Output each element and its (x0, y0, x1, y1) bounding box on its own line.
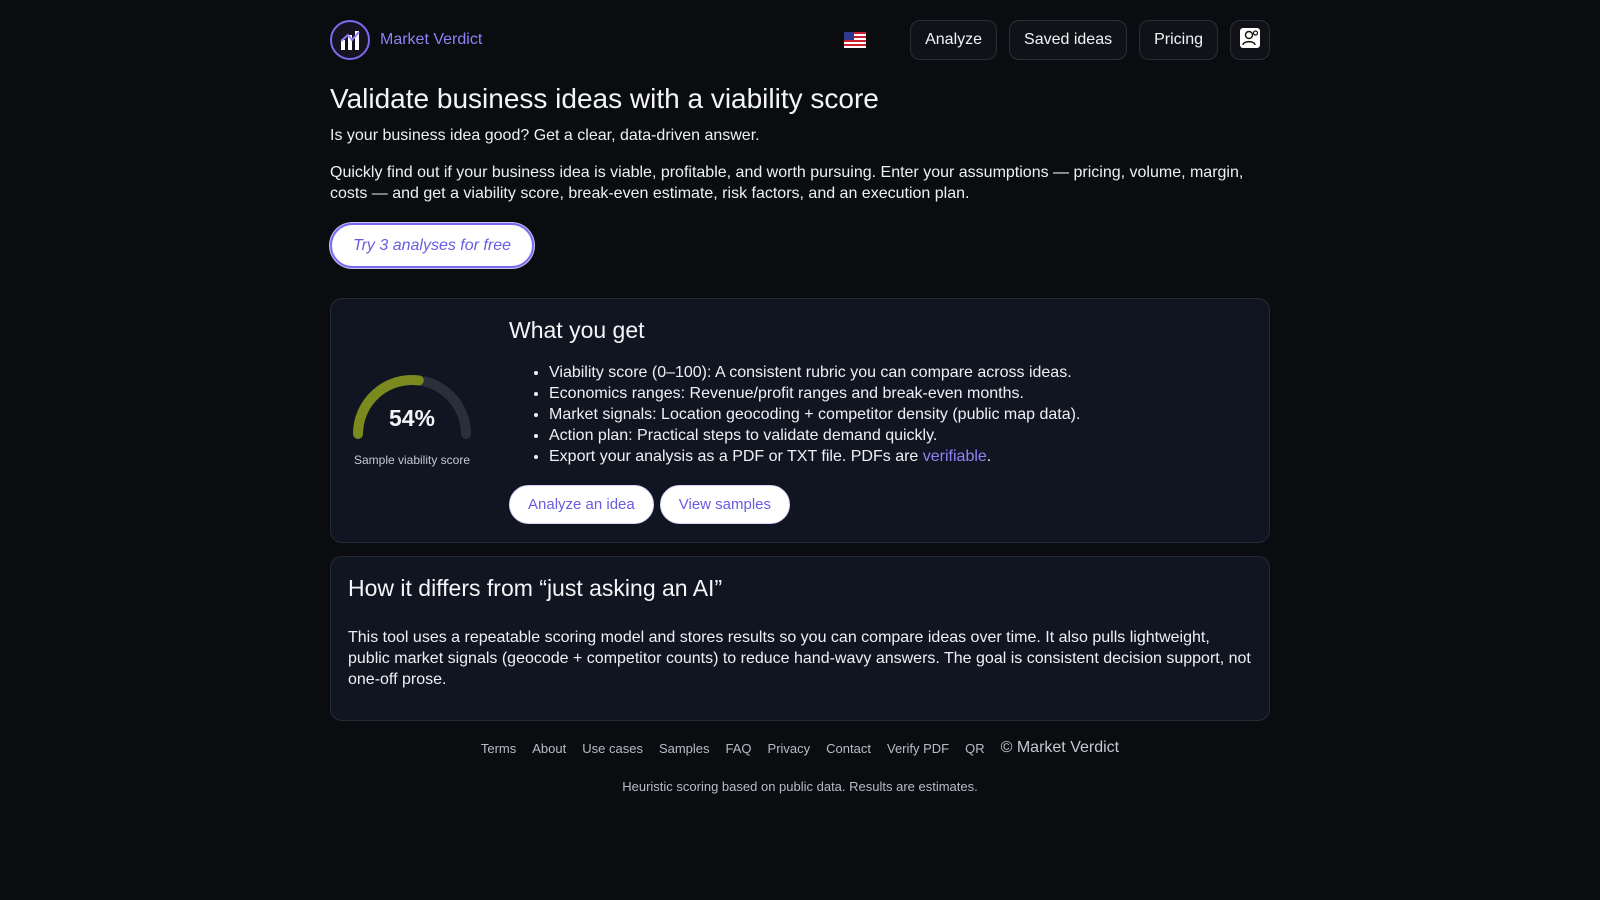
tagline: Is your business idea good? Get a clear,… (330, 127, 760, 144)
feature-item: Market signals: Location geocoding + com… (549, 404, 1249, 425)
page: Market Verdict Analyze Saved ideas Prici… (330, 0, 1270, 794)
footer-link-samples[interactable]: Samples (659, 741, 710, 756)
view-samples-button[interactable]: View samples (659, 485, 791, 524)
footer-link-use-cases[interactable]: Use cases (582, 741, 643, 756)
analyze-idea-button[interactable]: Analyze an idea (509, 485, 654, 524)
footer: Terms About Use cases Samples FAQ Privac… (330, 739, 1270, 794)
export-text: Export your analysis as a PDF or TXT fil… (549, 448, 923, 465)
export-suffix: . (986, 448, 992, 465)
try-free-button[interactable]: Try 3 analyses for free (330, 223, 534, 268)
disclaimer-note: Heuristic scoring based on public data. … (622, 779, 978, 794)
gauge-caption: Sample viability score (353, 453, 471, 467)
feature-item: Viability score (0–100): A consistent ru… (549, 362, 1249, 383)
footer-link-qr[interactable]: QR (965, 741, 985, 756)
footer-link-terms[interactable]: Terms (481, 741, 516, 756)
differs-body: This tool uses a repeatable scoring mode… (348, 629, 1251, 688)
brand-link[interactable]: Market Verdict (330, 20, 482, 60)
footer-link-faq[interactable]: FAQ (726, 741, 752, 756)
verifiable-link[interactable]: verifiable (923, 448, 987, 465)
feature-list: Viability score (0–100): A consistent ru… (509, 362, 1249, 467)
saved-ideas-nav-button[interactable]: Saved ideas (1009, 20, 1128, 60)
what-you-get-body: What you get Viability score (0–100): A … (509, 317, 1249, 524)
footer-link-privacy[interactable]: Privacy (768, 741, 811, 756)
what-you-get-title: What you get (509, 317, 645, 343)
differs-title: How it differs from “just asking an AI” (348, 575, 723, 601)
action-buttons: Analyze an idea View samples (509, 485, 1249, 524)
us-flag-icon[interactable] (844, 32, 898, 48)
intro-text: Quickly find out if your business idea i… (330, 164, 1244, 202)
top-bar: Market Verdict Analyze Saved ideas Prici… (330, 0, 1270, 80)
footer-links: Terms About Use cases Samples FAQ Privac… (330, 739, 1270, 757)
footer-link-about[interactable]: About (532, 741, 566, 756)
logo-icon (330, 20, 370, 60)
brand-name: Market Verdict (380, 31, 483, 48)
main-nav: Analyze Saved ideas Pricing (844, 20, 1270, 60)
feature-item: Action plan: Practical steps to validate… (549, 425, 1249, 446)
user-icon (1239, 27, 1261, 54)
page-title: Validate business ideas with a viability… (330, 83, 879, 114)
feature-item-export: Export your analysis as a PDF or TXT fil… (549, 446, 1249, 467)
pricing-nav-button[interactable]: Pricing (1139, 20, 1218, 60)
differs-card: How it differs from “just asking an AI” … (330, 556, 1270, 721)
copyright: © Market Verdict (1000, 739, 1120, 756)
viability-gauge: 54% Sample viability score (349, 369, 475, 467)
what-you-get-card: 54% Sample viability score What you get … (330, 298, 1270, 543)
feature-item: Economics ranges: Revenue/profit ranges … (549, 383, 1249, 404)
analyze-nav-button[interactable]: Analyze (910, 20, 998, 60)
gauge-value: 54% (388, 405, 436, 431)
footer-link-verify-pdf[interactable]: Verify PDF (887, 741, 949, 756)
footer-link-contact[interactable]: Contact (826, 741, 871, 756)
account-button[interactable] (1230, 20, 1270, 60)
